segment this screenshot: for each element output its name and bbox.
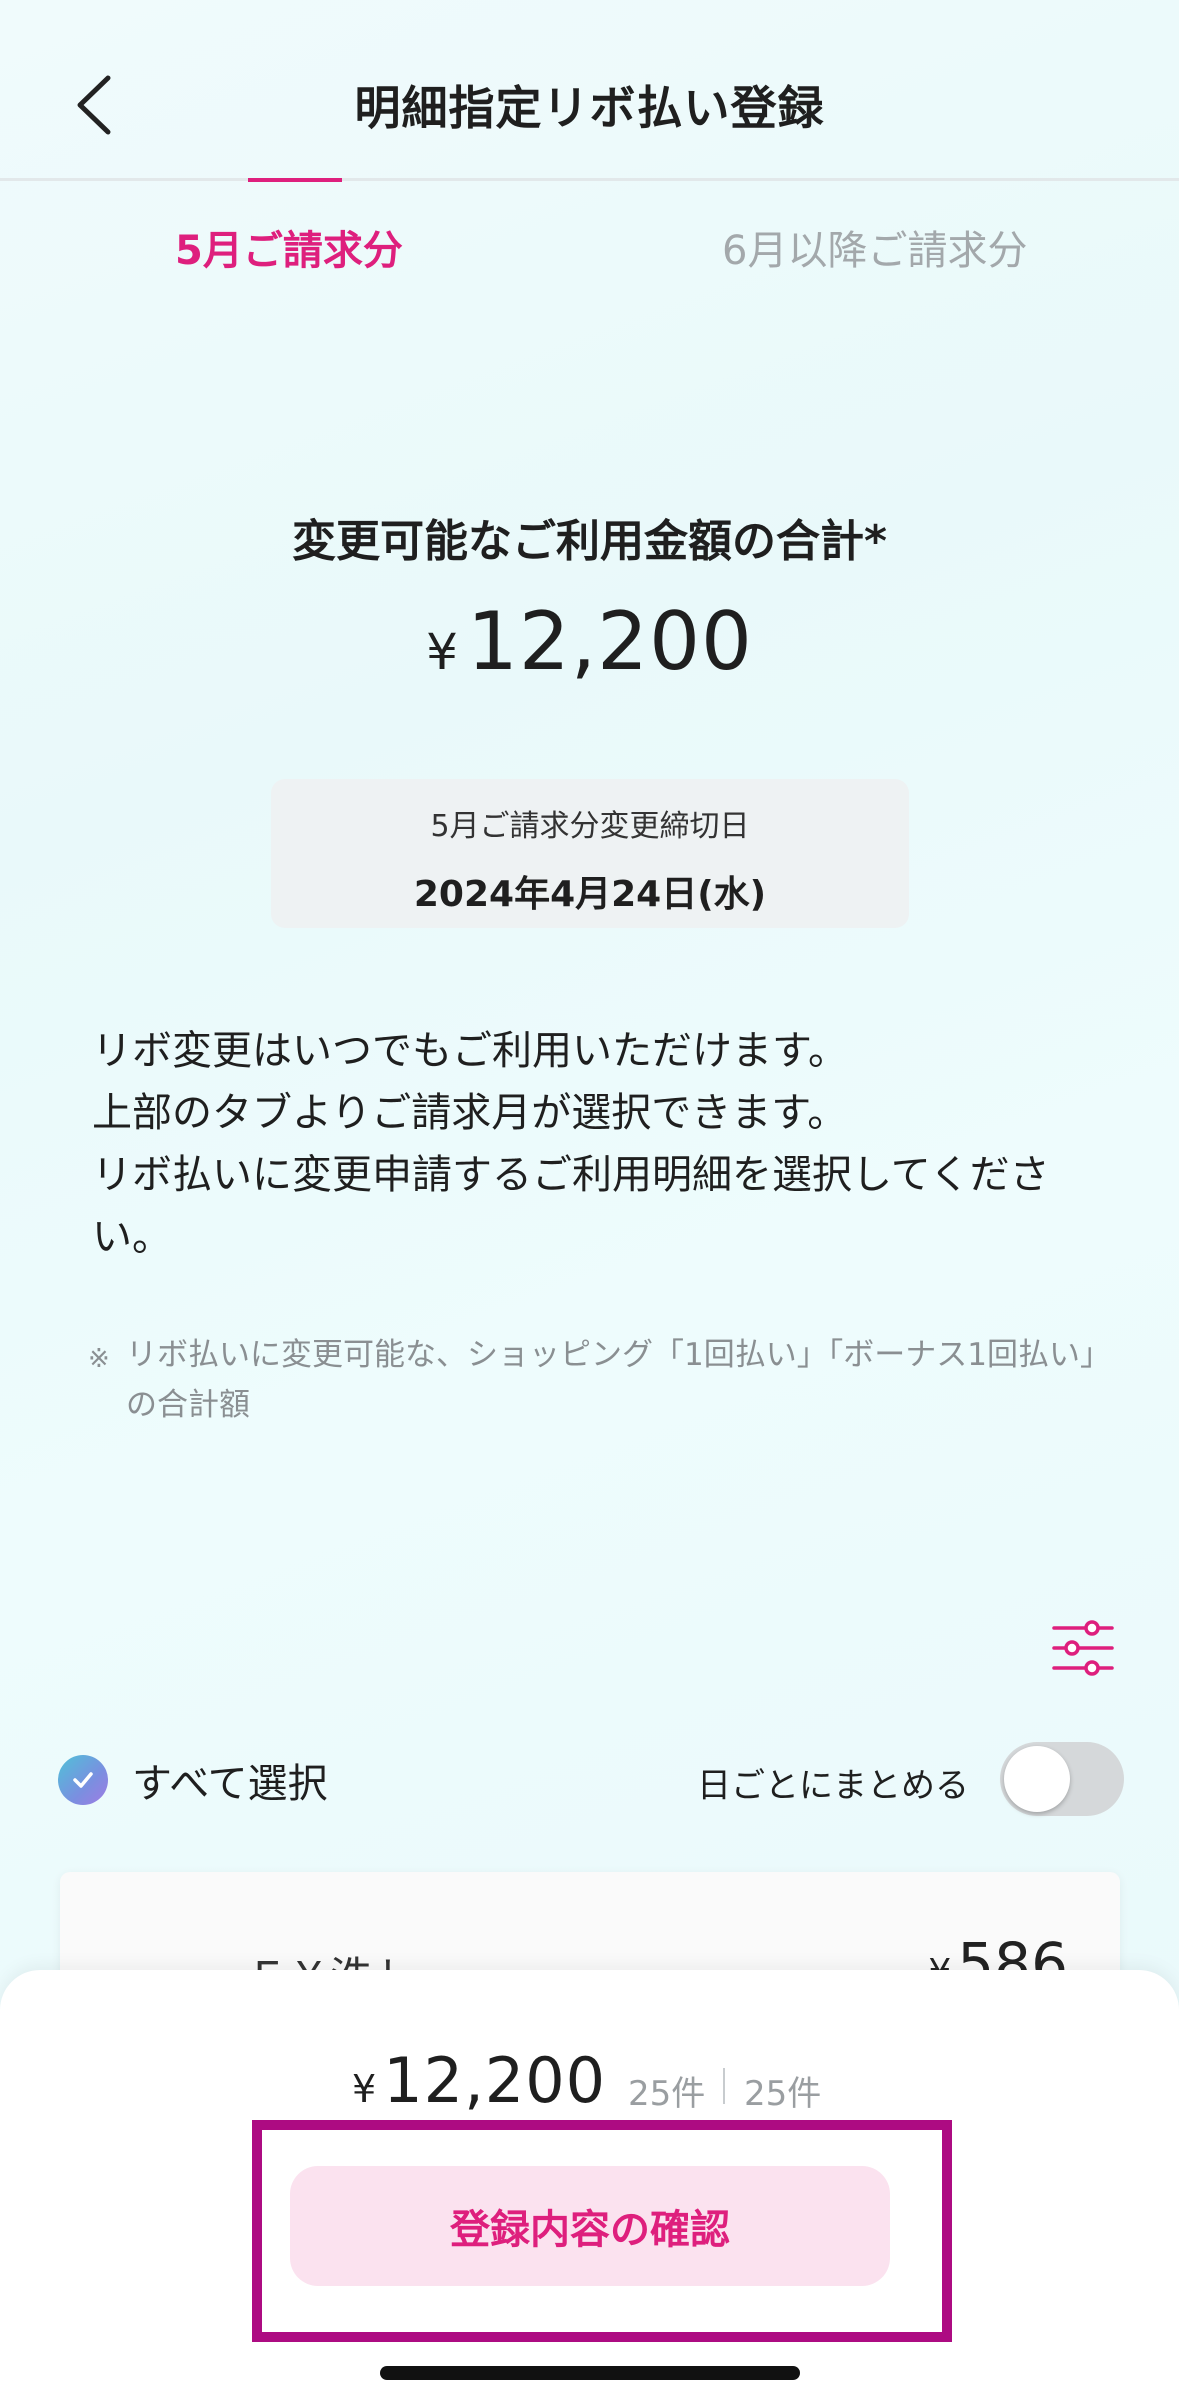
sliders-icon[interactable] bbox=[1050, 1620, 1116, 1676]
currency-symbol: ¥ bbox=[352, 2067, 378, 2111]
info-text: リボ変更はいつでもご利用いただけます。 上部のタブよりご請求月が選択できます。 … bbox=[92, 1020, 1092, 1268]
bottom-sheet: ¥12,200 25件 25件 登録内容の確認 bbox=[0, 1970, 1179, 2408]
confirm-registration-button[interactable]: 登録内容の確認 bbox=[290, 2166, 890, 2286]
tab-active-indicator bbox=[248, 178, 342, 182]
info-line: 上部のタブよりご請求月が選択できます。 bbox=[92, 1090, 848, 1136]
selected-amount-value: 12,200 bbox=[383, 2044, 607, 2117]
tab-may-billing[interactable]: 5月ご請求分 bbox=[175, 218, 403, 276]
selected-amount: ¥12,200 bbox=[352, 2044, 606, 2117]
note-mark: ※ bbox=[88, 1344, 110, 1374]
deadline-date: 2024年4月24日(水) bbox=[413, 874, 767, 915]
total-amount: ¥12,200 bbox=[0, 595, 1179, 688]
deadline-label: 5月ご請求分変更締切日 bbox=[430, 809, 750, 844]
currency-symbol: ¥ bbox=[426, 623, 459, 681]
header-divider bbox=[0, 178, 1179, 181]
total-amount-value: 12,200 bbox=[466, 595, 753, 688]
group-by-day-toggle[interactable] bbox=[1000, 1742, 1124, 1816]
footnote: ※ リボ払いに変更可能な、ショッピング「1回払い」「ボーナス1回払い」の合計額 bbox=[88, 1330, 1098, 1430]
deadline-box: 5月ご請求分変更締切日 2024年4月24日(水) bbox=[271, 779, 909, 928]
info-line: リボ変更はいつでもご利用いただけます。 bbox=[92, 1028, 848, 1074]
group-by-day-label: 日ごとにまとめる bbox=[697, 1766, 969, 1806]
home-indicator bbox=[380, 2366, 800, 2380]
toggle-knob bbox=[1004, 1746, 1070, 1812]
page-title: 明細指定リボ払い登録 bbox=[354, 81, 825, 135]
select-all-label: すべて選択 bbox=[132, 1761, 328, 1807]
app-header: 明細指定リボ払い登録 bbox=[0, 0, 1179, 181]
select-all-checkbox[interactable]: すべて選択 bbox=[58, 1754, 328, 1807]
check-icon bbox=[58, 1755, 108, 1805]
total-label: 変更可能なご利用金額の合計* bbox=[291, 516, 887, 567]
info-line: リボ払いに変更申請するご利用明細を選択してください。 bbox=[92, 1152, 1050, 1260]
total-count: 25件 bbox=[744, 2074, 822, 2114]
count-divider bbox=[723, 2068, 725, 2104]
note-text: リボ払いに変更可能な、ショッピング「1回払い」「ボーナス1回払い」の合計額 bbox=[126, 1337, 1096, 1423]
tab-june-onwards-billing[interactable]: 6月以降ご請求分 bbox=[722, 218, 1027, 276]
selected-count: 25件 bbox=[628, 2074, 706, 2114]
